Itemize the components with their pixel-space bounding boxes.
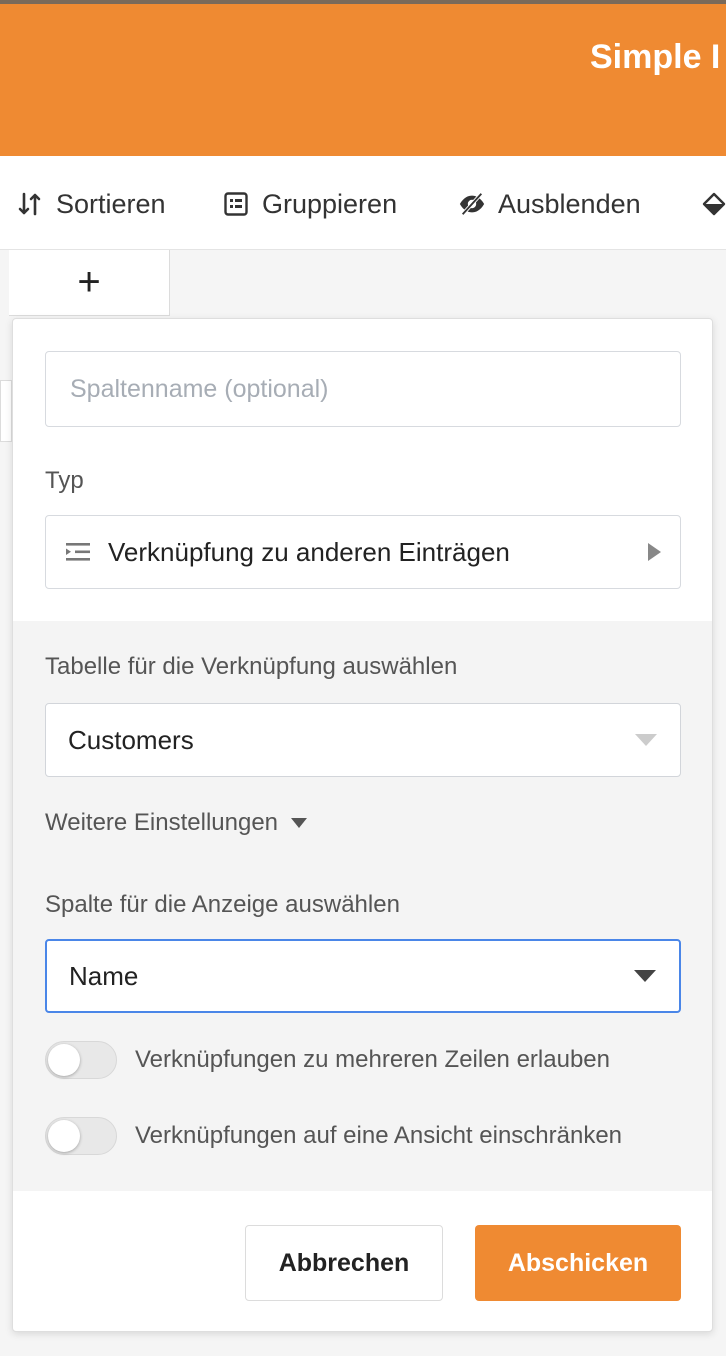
display-column-value: Name	[69, 960, 139, 991]
sort-button[interactable]: Sortieren	[16, 186, 166, 222]
submit-button[interactable]: Abschicken	[475, 1225, 681, 1301]
plus-icon: +	[77, 260, 101, 304]
type-select[interactable]: Verknüpfung zu anderen Einträgen	[45, 515, 681, 589]
add-column-button[interactable]: +	[9, 250, 170, 316]
link-list-icon	[64, 541, 92, 563]
table-select-value: Customers	[68, 724, 194, 755]
table-select[interactable]: Customers	[45, 703, 681, 777]
type-label: Typ	[45, 467, 84, 494]
caret-right-icon	[646, 542, 662, 562]
color-button[interactable]	[700, 186, 726, 222]
type-value: Verknüpfung zu anderen Einträgen	[108, 536, 510, 567]
more-settings-label: Weitere Einstellungen	[45, 809, 279, 836]
sort-icon	[16, 190, 44, 218]
hide-label: Ausblenden	[498, 188, 641, 219]
limit-to-view-toggle[interactable]	[45, 1117, 117, 1155]
chevron-down-icon	[634, 733, 658, 747]
allow-multiple-row: Verknüpfungen zu mehreren Zeilen erlaube…	[45, 1041, 610, 1079]
group-icon	[222, 190, 250, 218]
sort-label: Sortieren	[56, 188, 166, 219]
grid-row-cell	[0, 380, 12, 442]
group-label: Gruppieren	[262, 188, 398, 219]
add-column-dialog: Typ Verknüpfung zu anderen Einträgen Tab…	[12, 318, 713, 1332]
group-button[interactable]: Gruppieren	[222, 186, 397, 222]
toolbar: Sortieren Gruppieren Ausblenden	[0, 156, 726, 250]
app-root: Simple I Sortieren Gruppieren Ausblenden…	[0, 0, 726, 1356]
app-header: Simple I	[0, 4, 726, 156]
more-settings-toggle[interactable]: Weitere Einstellungen	[45, 809, 308, 837]
caret-down-icon	[290, 817, 308, 829]
paint-bucket-icon	[700, 190, 726, 218]
allow-multiple-label: Verknüpfungen zu mehreren Zeilen erlaube…	[135, 1046, 610, 1073]
app-title: Simple I	[590, 38, 721, 76]
table-select-label: Tabelle für die Verknüpfung auswählen	[45, 653, 458, 680]
eye-slash-icon	[458, 190, 486, 218]
hide-button[interactable]: Ausblenden	[458, 186, 641, 222]
display-column-select[interactable]: Name	[45, 939, 681, 1013]
display-column-label: Spalte für die Anzeige auswählen	[45, 891, 400, 918]
allow-multiple-toggle[interactable]	[45, 1041, 117, 1079]
limit-to-view-label: Verknüpfungen auf eine Ansicht einschrän…	[135, 1122, 623, 1149]
cancel-button[interactable]: Abbrechen	[245, 1225, 443, 1301]
chevron-down-icon	[633, 969, 657, 983]
link-settings-section: Tabelle für die Verknüpfung auswählen Cu…	[13, 621, 712, 1191]
column-name-input[interactable]	[45, 351, 681, 427]
limit-to-view-row: Verknüpfungen auf eine Ansicht einschrän…	[45, 1117, 622, 1155]
